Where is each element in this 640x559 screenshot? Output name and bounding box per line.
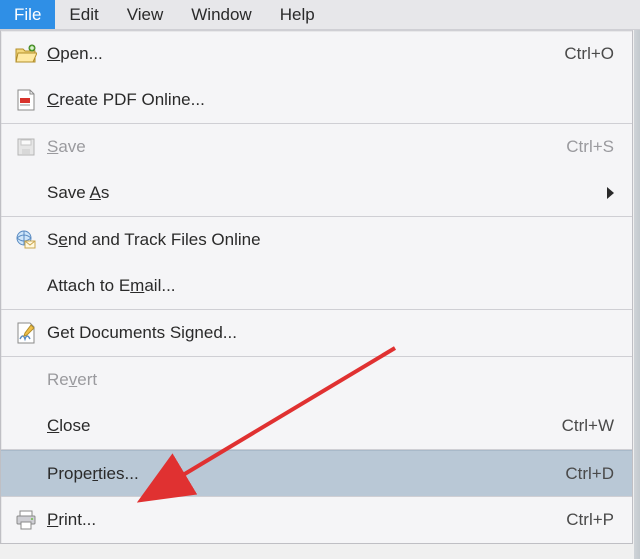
menuitem-send-track[interactable]: Send and Track Files Online [1, 217, 632, 263]
chevron-right-icon [607, 187, 614, 199]
menuitem-save-as[interactable]: Save As [1, 170, 632, 216]
menu-help[interactable]: Help [266, 0, 329, 29]
menuitem-send-track-label: Send and Track Files Online [47, 230, 614, 250]
menuitem-save-shortcut: Ctrl+S [566, 137, 614, 157]
menuitem-save-label: Save [47, 137, 566, 157]
sign-document-icon [13, 320, 39, 346]
menuitem-create-pdf-online[interactable]: Create PDF Online... [1, 77, 632, 123]
window-shadow [634, 30, 640, 559]
menuitem-save-as-label: Save As [47, 183, 601, 203]
menuitem-revert-label: Revert [47, 370, 614, 390]
menu-view[interactable]: View [113, 0, 178, 29]
menuitem-get-signed-label: Get Documents Signed... [47, 323, 614, 343]
pdf-page-icon [13, 87, 39, 113]
menuitem-print-label: Print... [47, 510, 566, 530]
menuitem-open-shortcut: Ctrl+O [564, 44, 614, 64]
menuitem-close-shortcut: Ctrl+W [562, 416, 614, 436]
menubar: File Edit View Window Help [0, 0, 640, 30]
menuitem-print[interactable]: Print... Ctrl+P [1, 497, 632, 543]
menuitem-properties-shortcut: Ctrl+D [565, 464, 614, 484]
menu-edit[interactable]: Edit [55, 0, 112, 29]
file-dropdown: Open... Ctrl+O Create PDF Online... [0, 30, 633, 544]
menuitem-print-shortcut: Ctrl+P [566, 510, 614, 530]
menuitem-create-pdf-online-label: Create PDF Online... [47, 90, 614, 110]
menu-window[interactable]: Window [177, 0, 265, 29]
printer-icon [13, 507, 39, 533]
menuitem-open[interactable]: Open... Ctrl+O [1, 31, 632, 77]
menuitem-revert: Revert [1, 357, 632, 403]
globe-mail-icon [13, 227, 39, 253]
menuitem-get-signed[interactable]: Get Documents Signed... [1, 310, 632, 356]
menuitem-properties-label: Properties... [47, 464, 565, 484]
menu-file[interactable]: File [0, 0, 55, 29]
save-floppy-icon [13, 134, 39, 160]
menuitem-properties[interactable]: Properties... Ctrl+D [1, 450, 632, 496]
menuitem-open-label: Open... [47, 44, 564, 64]
menuitem-save: Save Ctrl+S [1, 124, 632, 170]
open-folder-icon [13, 41, 39, 67]
menuitem-attach-email-label: Attach to Email... [47, 276, 614, 296]
menuitem-close-label: Close [47, 416, 562, 436]
menuitem-close[interactable]: Close Ctrl+W [1, 403, 632, 449]
menuitem-attach-email[interactable]: Attach to Email... [1, 263, 632, 309]
